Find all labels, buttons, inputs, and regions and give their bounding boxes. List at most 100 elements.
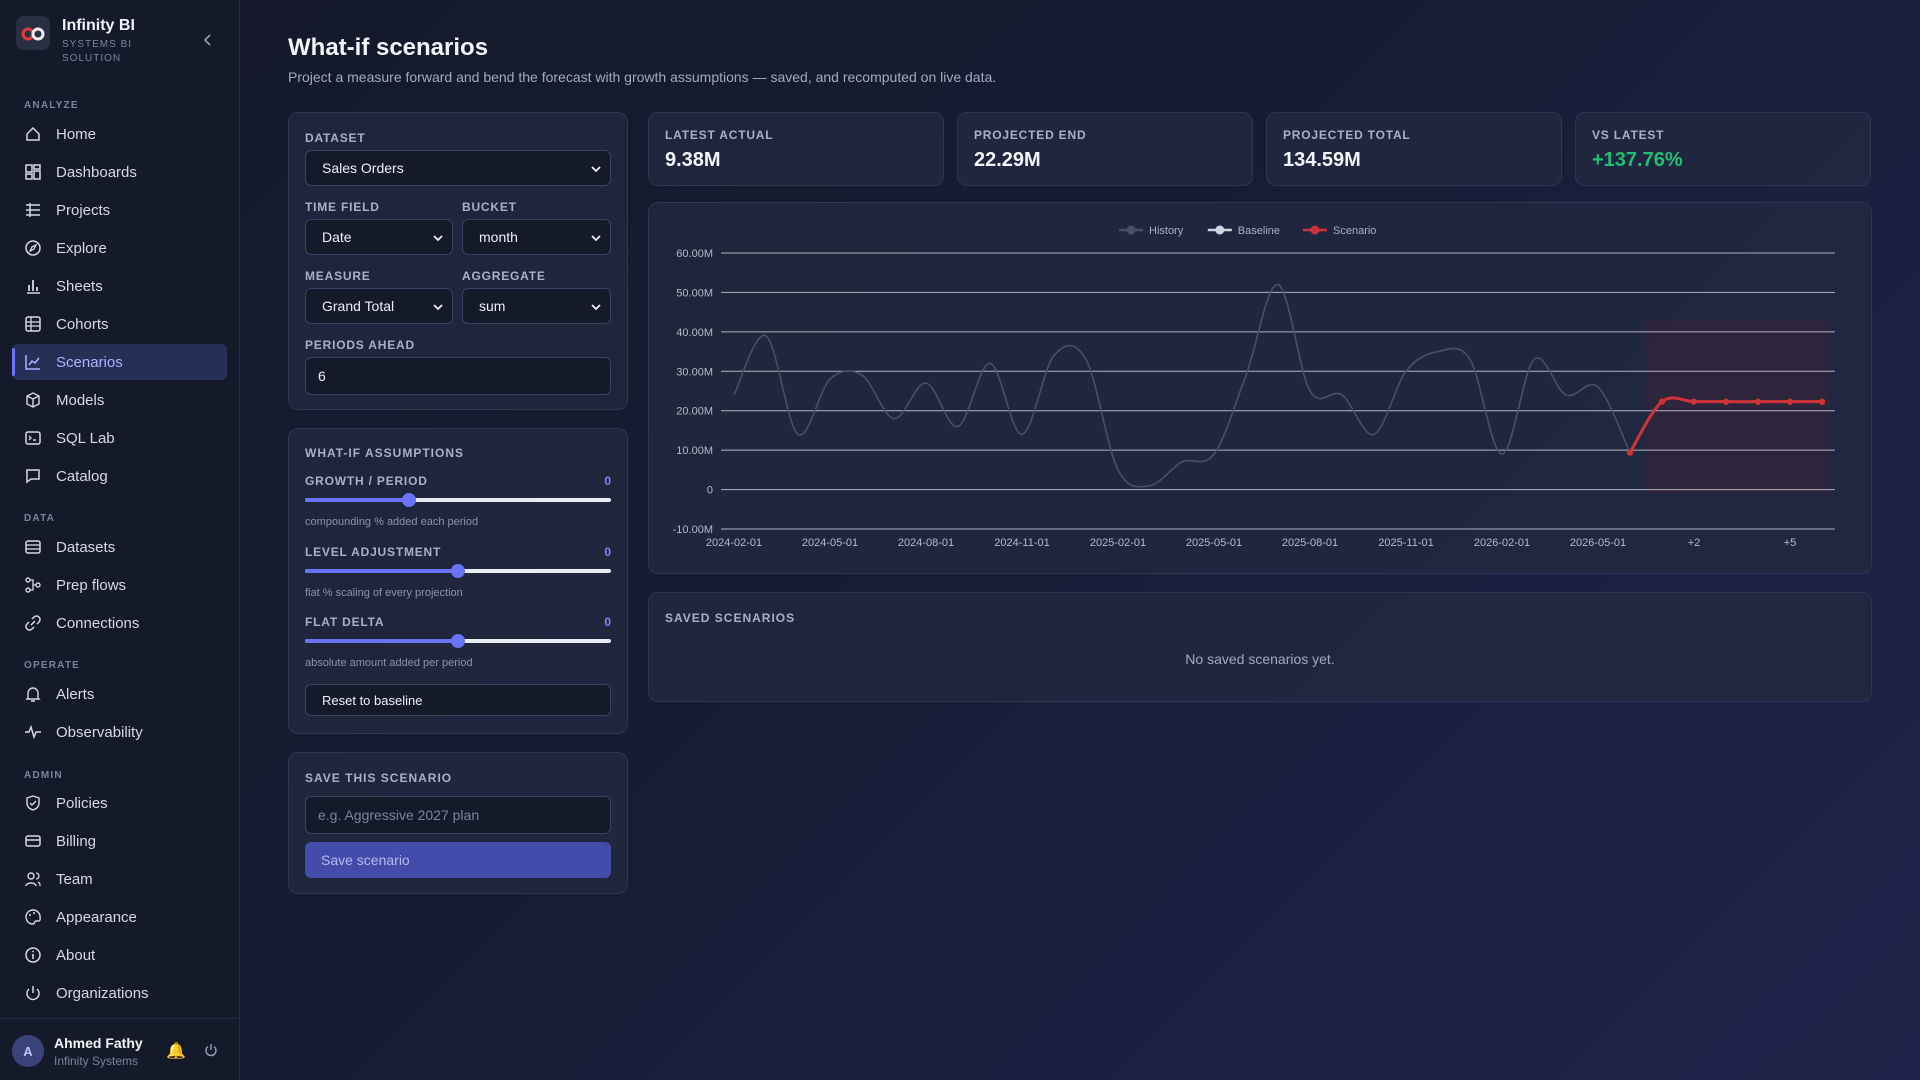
section-analyze: ANALYZE xyxy=(24,100,79,111)
y-tick-label: 10.00M xyxy=(676,445,713,457)
time-field-label: TIME FIELD xyxy=(305,200,380,214)
sidebar-item-models[interactable]: Models xyxy=(12,382,227,418)
scenario-point xyxy=(1722,398,1730,405)
x-tick-label: 2025-11-01 xyxy=(1378,537,1433,549)
x-tick-label: 2026-05-01 xyxy=(1570,537,1626,549)
flow-icon xyxy=(25,577,41,593)
aggregate-select[interactable]: sum xyxy=(462,288,611,324)
growth-slider[interactable] xyxy=(305,492,611,508)
sidebar: Infinity BI SYSTEMS BI SOLUTION ANALYZE … xyxy=(0,0,240,1080)
kpi-value: +137.76% xyxy=(1592,149,1683,171)
slider-fill xyxy=(305,498,410,502)
x-tick-label: +5 xyxy=(1784,537,1797,549)
chevron-left-icon[interactable] xyxy=(198,30,218,50)
sidebar-item-label: About xyxy=(56,946,96,964)
growth-label: GROWTH / PERIOD xyxy=(305,474,428,488)
brand-subtitle: SYSTEMS BI SOLUTION xyxy=(62,39,133,64)
sidebar-item-prep-flows[interactable]: Prep flows xyxy=(12,567,227,603)
sidebar-item-datasets[interactable]: Datasets xyxy=(12,529,227,565)
sidebar-item-label: Home xyxy=(56,125,97,143)
flat-slider[interactable] xyxy=(305,633,611,649)
aggregate-value: sum xyxy=(479,298,506,314)
sidebar-item-about[interactable]: About xyxy=(12,937,227,973)
slider-thumb[interactable] xyxy=(451,634,465,648)
sidebar-item-team[interactable]: Team xyxy=(12,861,227,897)
sidebar-item-dashboards[interactable]: Dashboards xyxy=(12,154,227,190)
sidebar-item-label: Policies xyxy=(56,794,108,812)
chat-icon xyxy=(26,469,40,484)
sidebar-item-observability[interactable]: Observability xyxy=(12,714,227,750)
reset-baseline-button[interactable]: Reset to baseline xyxy=(305,684,611,716)
saved-empty-message: No saved scenarios yet. xyxy=(1185,651,1335,667)
palette-icon xyxy=(25,909,41,925)
sidebar-item-label: Datasets xyxy=(56,538,116,556)
kpi-label: VS LATEST xyxy=(1592,128,1665,142)
grid-icon xyxy=(25,316,41,332)
periods-ahead-input[interactable]: 6 xyxy=(305,357,611,395)
page-subtitle: Project a measure forward and bend the f… xyxy=(288,69,997,85)
legend-marker-baseline xyxy=(1215,225,1225,235)
growth-value: 0 xyxy=(604,474,611,488)
sidebar-item-sheets[interactable]: Sheets xyxy=(12,268,227,304)
kpi-card-projected-total: PROJECTED TOTAL 134.59M xyxy=(1266,112,1562,186)
user-name: Ahmed Fathy xyxy=(54,1035,143,1051)
sidebar-item-label: Appearance xyxy=(56,908,137,926)
flat-label: FLAT DELTA xyxy=(305,615,385,629)
level-value: 0 xyxy=(604,545,611,559)
scenario-point xyxy=(1690,398,1698,405)
notifications-bell-icon[interactable]: 🔔 xyxy=(166,1041,186,1061)
pulse-icon xyxy=(25,724,41,740)
sidebar-item-policies[interactable]: Policies xyxy=(12,785,227,821)
dataset-value: Sales Orders xyxy=(322,160,404,176)
sidebar-item-billing[interactable]: Billing xyxy=(12,823,227,859)
sidebar-item-explore[interactable]: Explore xyxy=(12,230,227,266)
user-org: Infinity Systems xyxy=(54,1054,139,1068)
sidebar-item-alerts[interactable]: Alerts xyxy=(12,676,227,712)
bucket-select[interactable]: month xyxy=(462,219,611,255)
brand: Infinity BI SYSTEMS BI SOLUTION xyxy=(16,16,142,66)
sidebar-item-sql-lab[interactable]: SQL Lab xyxy=(12,420,227,456)
scenario-point xyxy=(1786,398,1794,405)
sidebar-item-label: Models xyxy=(56,391,105,409)
series-line-history xyxy=(733,283,1631,488)
scenario-name-input[interactable]: e.g. Aggressive 2027 plan xyxy=(305,796,611,834)
sidebar-item-projects[interactable]: Projects xyxy=(12,192,227,228)
assumptions-panel: WHAT-IF ASSUMPTIONS GROWTH / PERIOD 0 co… xyxy=(288,428,628,734)
y-tick-label: 50.00M xyxy=(676,287,713,299)
sidebar-item-scenarios[interactable]: Scenarios xyxy=(12,344,227,380)
kpi-value: 22.29M xyxy=(974,149,1041,171)
avatar[interactable]: A xyxy=(12,1035,44,1067)
time-field-select[interactable]: Date xyxy=(305,219,453,255)
sidebar-item-appearance[interactable]: Appearance xyxy=(12,899,227,935)
sidebar-item-label: Billing xyxy=(56,832,97,850)
kpi-card-latest-actual: LATEST ACTUAL 9.38M xyxy=(648,112,944,186)
kpi-label: PROJECTED END xyxy=(974,128,1087,142)
y-tick-label: 60.00M xyxy=(676,248,713,260)
kpi-card-vs-latest: VS LATEST +137.76% xyxy=(1575,112,1871,186)
slider-thumb[interactable] xyxy=(402,493,417,507)
sidebar-item-home[interactable]: Home xyxy=(12,116,227,152)
level-slider[interactable] xyxy=(305,563,611,579)
logout-power-icon[interactable] xyxy=(203,1042,219,1058)
chevron-down-icon xyxy=(591,304,601,311)
config-panel: DATASET Sales Orders TIME FIELD Date BUC… xyxy=(288,112,628,410)
sidebar-item-cohorts[interactable]: Cohorts xyxy=(12,306,227,342)
sidebar-item-connections[interactable]: Connections xyxy=(12,605,227,641)
measure-select[interactable]: Grand Total xyxy=(305,288,453,324)
sidebar-item-label: Scenarios xyxy=(56,353,123,371)
kpi-value: 9.38M xyxy=(665,149,721,171)
dataset-select[interactable]: Sales Orders xyxy=(305,150,611,186)
sidebar-item-catalog[interactable]: Catalog xyxy=(12,458,227,494)
legend-label-history: History xyxy=(1149,225,1184,237)
y-tick-label: 20.00M xyxy=(676,406,713,418)
sidebar-item-organizations[interactable]: Organizations xyxy=(12,975,227,1011)
x-tick-label: +2 xyxy=(1688,537,1701,549)
legend-marker-scenario xyxy=(1310,225,1320,235)
bell-icon xyxy=(25,687,41,702)
bucket-label: BUCKET xyxy=(462,200,517,214)
line-chart-icon xyxy=(25,355,40,370)
slider-thumb[interactable] xyxy=(451,564,465,578)
save-scenario-button[interactable]: Save scenario xyxy=(305,842,611,878)
aggregate-label: AGGREGATE xyxy=(462,269,546,283)
level-label: LEVEL ADJUSTMENT xyxy=(305,545,442,559)
